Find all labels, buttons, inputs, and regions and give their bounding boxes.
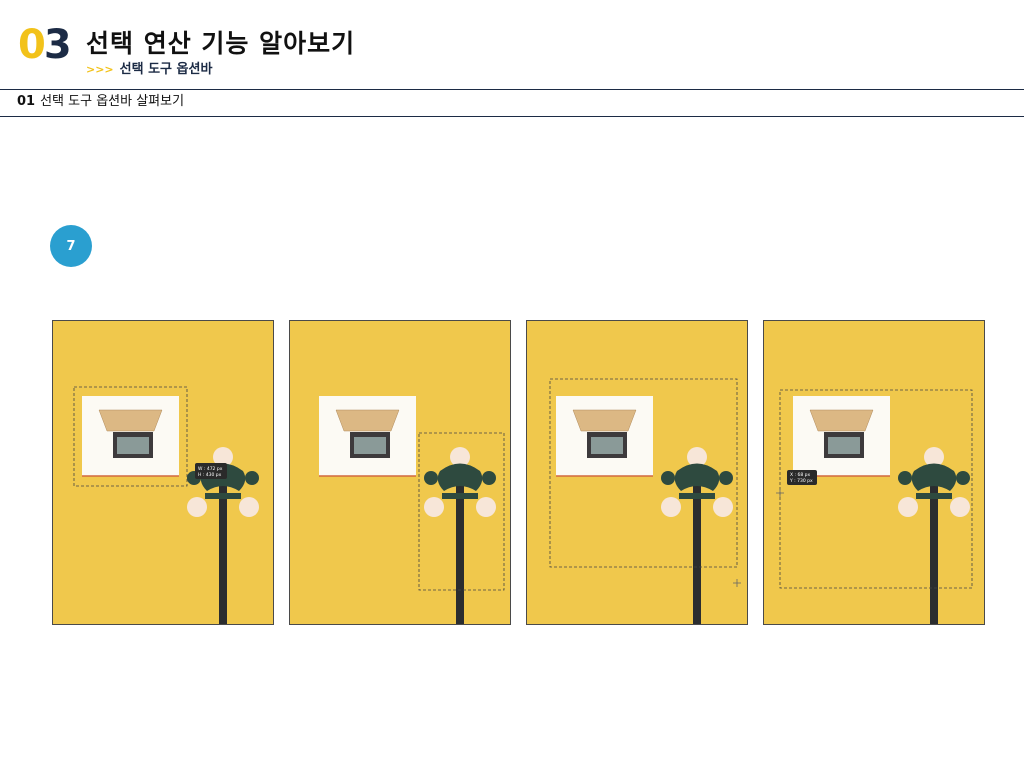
window-frame [82,396,179,477]
panel-1-image: W : 472 px H : 430 px [53,321,273,624]
chapter-digit-three: 3 [43,22,72,68]
section-bar-bottom-line [0,116,1024,117]
window-frame [556,396,653,477]
tooltip-height: H : 430 px [198,472,222,478]
subtitle-arrows: >>> [86,63,114,76]
tooltip-y: Y : 730 px [789,478,813,484]
tooltip-width: W : 472 px [198,466,223,472]
size-tooltip: W : 472 px H : 430 px [195,463,227,479]
screenshot-panel-2 [289,320,511,625]
position-tooltip: X : 68 px Y : 730 px [787,470,817,485]
section-heading: 01 선택 도구 옵션바 살펴보기 [17,94,184,110]
section-bar-top-line [0,89,1024,90]
step-badge: 7 [50,225,92,267]
chapter-number: 03 [18,22,72,68]
subtitle-text: 선택 도구 옵션바 [119,62,213,77]
section-title: 선택 도구 옵션바 살펴보기 [40,94,185,109]
panel-3-image [527,321,747,624]
screenshot-panel-3 [526,320,748,625]
chapter-digit-zero: 0 [18,22,46,68]
window-frame [319,396,416,477]
panel-4-image: X : 68 px Y : 730 px [764,321,984,624]
chapter-title: 선택 연산 기능 알아보기 [86,29,356,58]
screenshot-panel-4: X : 68 px Y : 730 px [763,320,985,625]
window-frame [793,396,890,477]
subtitle-row: >>> 선택 도구 옵션바 [86,62,212,78]
section-number: 01 [17,94,36,109]
panel-2-image [290,321,510,624]
screenshot-panel-1: W : 472 px H : 430 px [52,320,274,625]
tooltip-x: X : 68 px [790,472,810,478]
